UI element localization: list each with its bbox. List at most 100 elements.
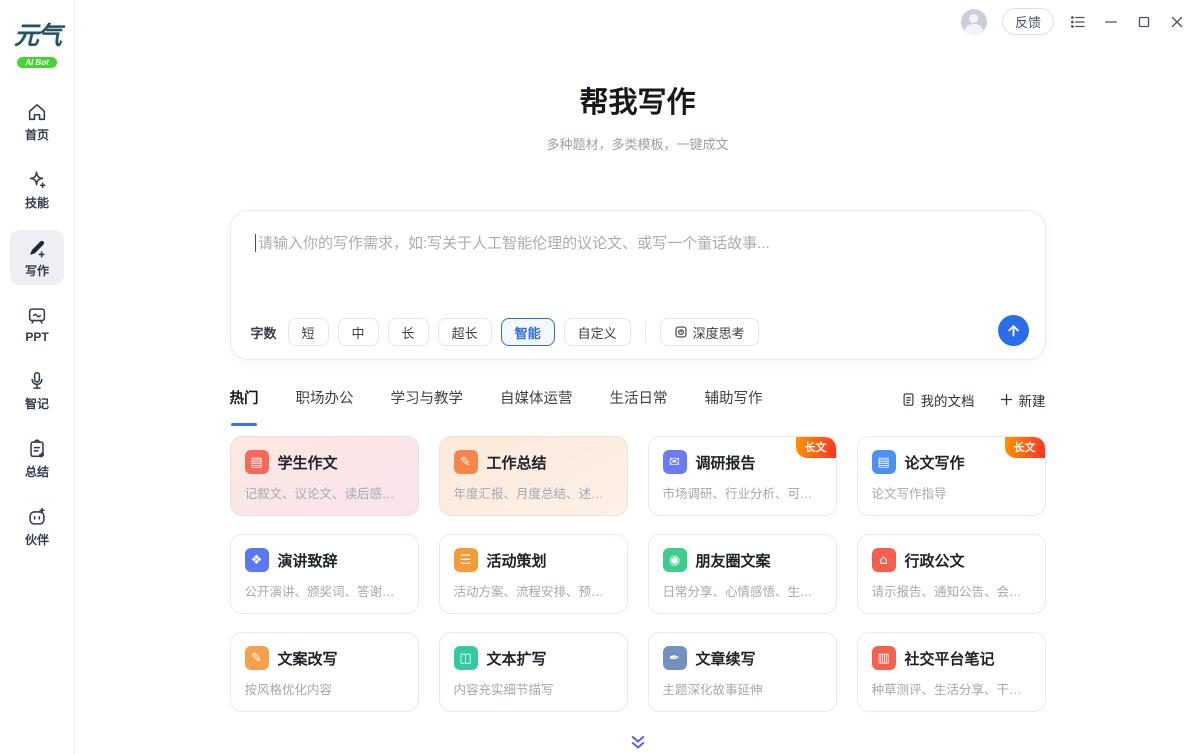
- card-head: ☰ 活动策划: [454, 548, 613, 572]
- length-option-6[interactable]: 自定义: [564, 318, 631, 346]
- user-avatar[interactable]: [961, 9, 987, 35]
- expand-icon: ◫: [454, 646, 478, 670]
- doc-actions: 我的文档 新建: [901, 390, 1046, 410]
- sidebar-item-mic[interactable]: 智记: [10, 363, 64, 418]
- menu-list-icon[interactable]: [1069, 13, 1087, 31]
- work-summary-icon: ✎: [454, 450, 478, 474]
- page-subtitle: 多种题材，多类模板，一键成文: [75, 134, 1200, 153]
- tab-4[interactable]: 自媒体运营: [500, 387, 573, 412]
- composer-toolbar: 字数 短中长超长智能自定义 深度思考: [251, 318, 1025, 346]
- card-description: 市场调研、行业分析、可行...: [663, 483, 822, 502]
- card-description: 内容充实细节描写: [454, 679, 613, 698]
- speech-icon: ❖: [245, 548, 269, 572]
- tab-6[interactable]: 辅助写作: [705, 387, 763, 412]
- template-card[interactable]: ❖演讲致辞公开演讲、颁奖词、答谢发言: [230, 534, 419, 614]
- length-option-2[interactable]: 中: [338, 318, 379, 346]
- card-description: 按风格优化内容: [245, 679, 404, 698]
- length-option-4[interactable]: 超长: [438, 318, 492, 346]
- titlebar: 反馈: [961, 8, 1186, 35]
- feedback-button[interactable]: 反馈: [1002, 8, 1054, 35]
- length-option-3[interactable]: 长: [388, 318, 429, 346]
- sidebar-item-skills[interactable]: 技能: [10, 162, 64, 217]
- length-option-1[interactable]: 短: [288, 318, 329, 346]
- moments-icon: ◉: [663, 548, 687, 572]
- ppt-icon: [26, 305, 48, 327]
- template-card[interactable]: ✎工作总结年度汇报、月度总结、述职...: [439, 436, 628, 516]
- card-title: 活动策划: [487, 550, 547, 571]
- template-card[interactable]: ✉调研报告市场调研、行业分析、可行...长文: [648, 436, 837, 516]
- sidebar-item-buddy[interactable]: 伙伴: [10, 499, 64, 554]
- send-button[interactable]: [998, 315, 1029, 346]
- page-title: 帮我写作: [75, 86, 1200, 120]
- card-title: 学生作文: [278, 452, 338, 473]
- template-card[interactable]: ◫文本扩写内容充实细节描写: [439, 632, 628, 712]
- word-count-label: 字数: [251, 323, 277, 342]
- new-document-button[interactable]: 新建: [999, 390, 1046, 410]
- tab-1[interactable]: 热门: [230, 387, 259, 412]
- main-content: 帮我写作 多种题材，多类模板，一键成文 请输入你的写作需求，如:写关于人工智能伦…: [75, 0, 1200, 754]
- sidebar-item-home[interactable]: 首页: [10, 94, 64, 149]
- sidebar-item-writing[interactable]: 写作: [10, 230, 64, 285]
- skills-icon: [26, 169, 48, 191]
- card-title: 朋友圈文案: [696, 550, 771, 571]
- prompt-placeholder: 请输入你的写作需求，如:写关于人工智能伦理的议论文、或写一个童话故事...: [258, 232, 770, 253]
- template-card[interactable]: ▤论文写作论文写作指导长文: [857, 436, 1046, 516]
- deep-think-button[interactable]: 深度思考: [660, 318, 759, 346]
- card-description: 种草测评、生活分享、干货...: [872, 679, 1031, 698]
- research-icon: ✉: [663, 450, 687, 474]
- tab-3[interactable]: 学习与教学: [391, 387, 464, 412]
- sidebar-item-label: PPT: [25, 330, 48, 344]
- tab-5[interactable]: 生活日常: [610, 387, 668, 412]
- card-head: ▥社交平台笔记: [872, 646, 1031, 670]
- template-card[interactable]: ✒文章续写主题深化故事延伸: [648, 632, 837, 712]
- sidebar-item-summary[interactable]: 总结: [10, 431, 64, 486]
- card-title: 文案改写: [278, 648, 338, 669]
- card-head: ❖ 演讲致辞: [245, 548, 404, 572]
- card-title: 行政公文: [905, 550, 965, 571]
- template-card[interactable]: ✎文案改写按风格优化内容: [230, 632, 419, 712]
- plus-icon: [999, 392, 1014, 407]
- long-form-badge: 长文: [796, 437, 836, 458]
- maximize-icon[interactable]: [1135, 13, 1153, 31]
- app-logo[interactable]: 元气 AI Bot: [14, 16, 60, 70]
- template-card[interactable]: ☰活动策划活动方案、流程安排、预算...: [439, 534, 628, 614]
- sidebar-item-label: 智记: [25, 395, 49, 412]
- close-icon[interactable]: [1168, 13, 1186, 31]
- card-description: 记叙文、议论文、读后感、...: [245, 483, 404, 502]
- deep-think-icon: [674, 325, 688, 339]
- card-title: 演讲致辞: [278, 550, 338, 571]
- category-tabs: 热门 职场办公 学习与教学 自媒体运营 生活日常 辅助写作: [230, 387, 763, 412]
- template-card[interactable]: ◉ 朋友圈文案日常分享、心情感悟、生活...: [648, 534, 837, 614]
- event-plan-icon: ☰: [454, 548, 478, 572]
- card-description: 年度汇报、月度总结、述职...: [454, 483, 613, 502]
- template-card-grid: ▤ 学生作文记叙文、议论文、读后感、... ✎工作总结年度汇报、月度总结、述职...…: [230, 436, 1046, 712]
- prompt-input[interactable]: 请输入你的写作需求，如:写关于人工智能伦理的议论文、或写一个童话故事...: [231, 211, 1045, 253]
- template-card[interactable]: ▤ 学生作文记叙文、议论文、读后感、...: [230, 436, 419, 516]
- length-option-5[interactable]: 智能: [501, 318, 555, 346]
- sidebar-item-label: 写作: [25, 262, 49, 279]
- document-icon: [901, 392, 916, 407]
- card-head: ◉ 朋友圈文案: [663, 548, 822, 572]
- logo-text: 元气: [14, 16, 60, 52]
- minimize-icon[interactable]: [1102, 13, 1120, 31]
- thesis-icon: ▤: [872, 450, 896, 474]
- template-card[interactable]: ⌂行政公文请示报告、通知公告、会议...: [857, 534, 1046, 614]
- card-title: 论文写作: [905, 452, 965, 473]
- sidebar-item-label: 技能: [25, 194, 49, 211]
- arrow-up-icon: [1006, 323, 1021, 338]
- my-documents-button[interactable]: 我的文档: [901, 390, 975, 410]
- long-form-badge: 长文: [1005, 437, 1045, 458]
- card-head: ◫文本扩写: [454, 646, 613, 670]
- card-head: ▤ 学生作文: [245, 450, 404, 474]
- writing-prompt-composer: 请输入你的写作需求，如:写关于人工智能伦理的议论文、或写一个童话故事... 字数…: [230, 210, 1046, 360]
- scroll-down-chevron-icon[interactable]: [629, 734, 647, 752]
- template-card[interactable]: ▥社交平台笔记种草测评、生活分享、干货...: [857, 632, 1046, 712]
- essay-doc-icon: ▤: [245, 450, 269, 474]
- gov-doc-icon: ⌂: [872, 548, 896, 572]
- card-description: 日常分享、心情感悟、生活...: [663, 581, 822, 600]
- tab-2[interactable]: 职场办公: [296, 387, 354, 412]
- sidebar-item-ppt[interactable]: PPT: [10, 298, 64, 350]
- sidebar-item-label: 首页: [25, 126, 49, 143]
- card-head: ✒文章续写: [663, 646, 822, 670]
- category-tabs-row: 热门 职场办公 学习与教学 自媒体运营 生活日常 辅助写作 我的文档 新建: [230, 387, 1046, 412]
